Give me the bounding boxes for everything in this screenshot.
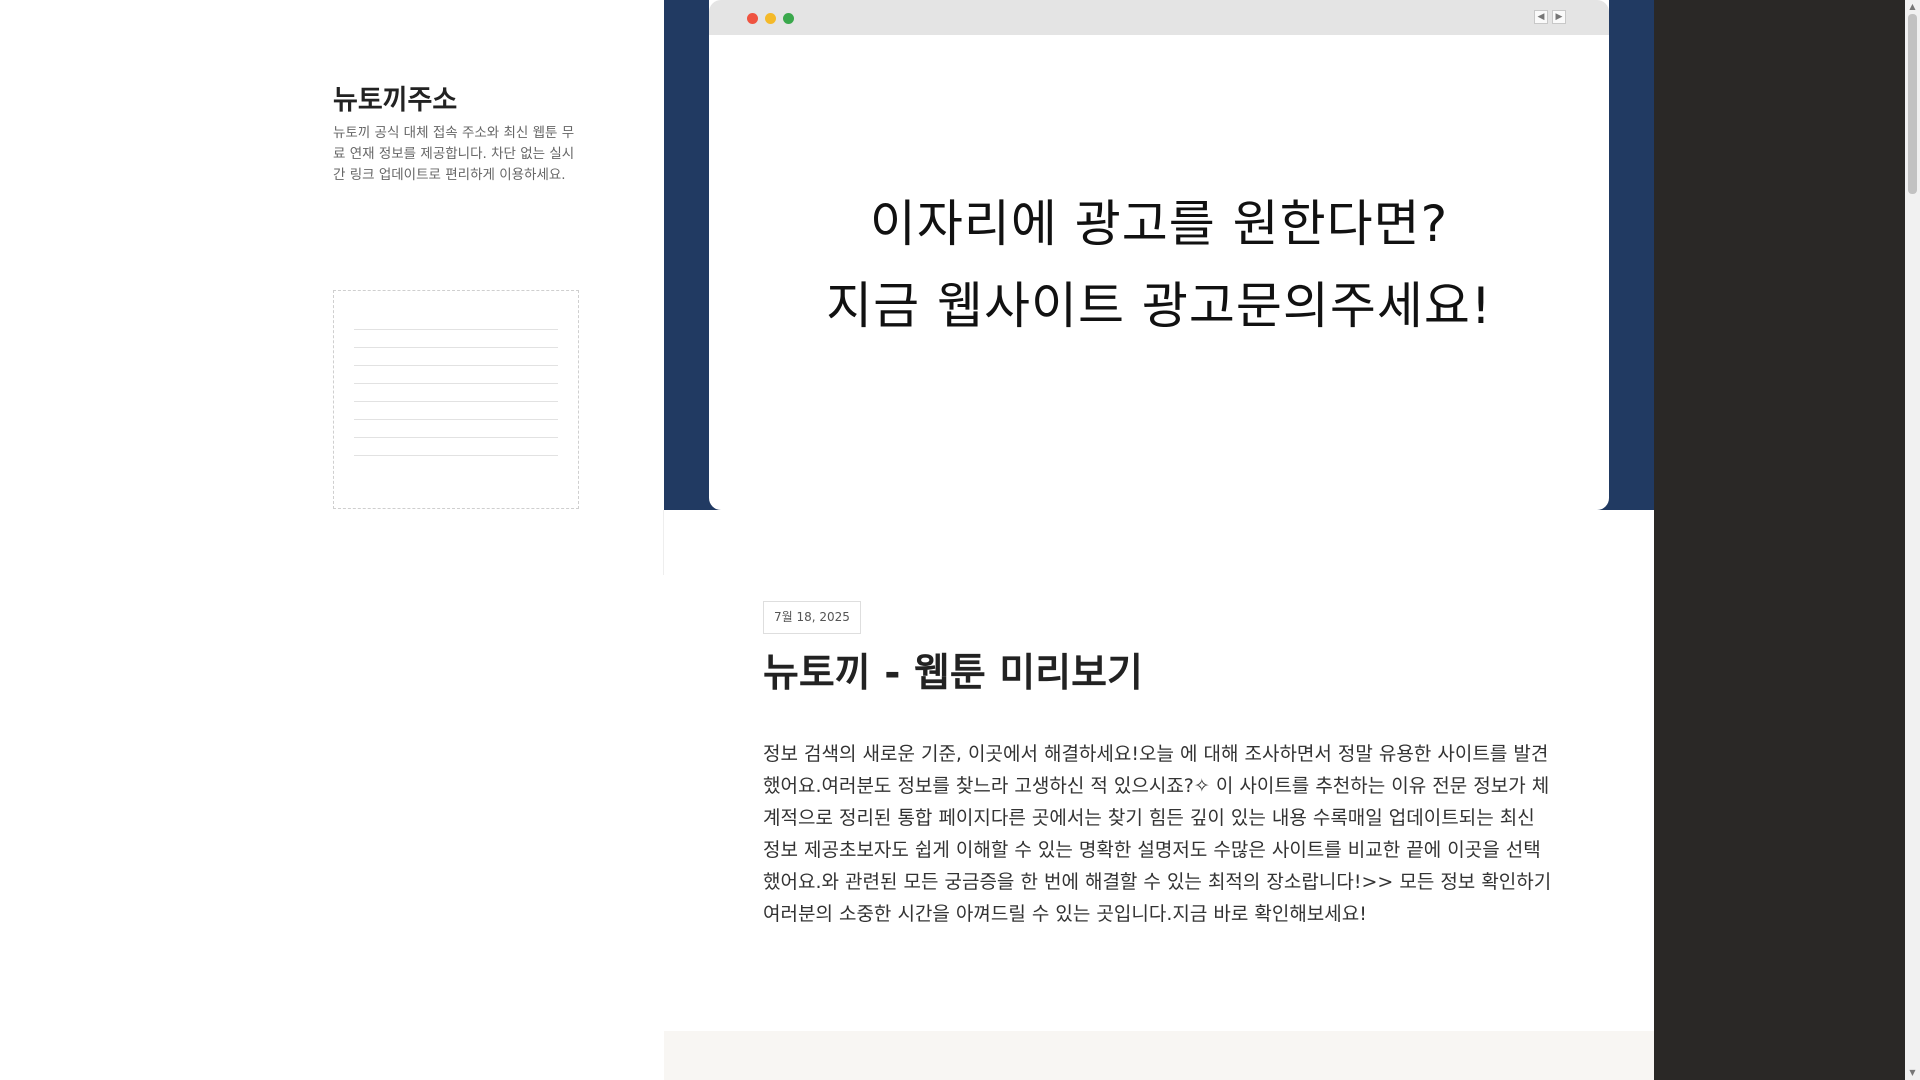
scroll-thumb[interactable] [1908, 14, 1917, 194]
site-title[interactable]: 뉴토끼주소 [333, 78, 457, 117]
next-arrow-icon[interactable]: ▶ [1552, 10, 1566, 24]
sidebar-widget [333, 290, 579, 509]
ad-subheadline: 지금 웹사이트 광고문의주세요! [826, 277, 1492, 335]
widget-divider [354, 401, 558, 402]
scroll-down-icon[interactable]: ▼ [1905, 1066, 1920, 1080]
browser-titlebar: ◀ ▶ [709, 0, 1609, 35]
content-divider [663, 510, 664, 575]
maximize-dot-icon [783, 13, 794, 24]
minimize-dot-icon [765, 13, 776, 24]
post-date-badge[interactable]: 7월 18, 2025 [763, 601, 861, 634]
scroll-up-icon[interactable]: ▲ [1905, 0, 1920, 14]
widget-divider [354, 419, 558, 420]
footer-strip [664, 1031, 1654, 1080]
vertical-scrollbar[interactable]: ▲ ▼ [1905, 0, 1920, 1080]
widget-divider [354, 455, 558, 456]
widget-divider [354, 347, 558, 348]
prev-arrow-icon[interactable]: ◀ [1534, 10, 1548, 24]
hero-banner: ◀ ▶ 이자리에 광고를 원한다면? 지금 웹사이트 광고문의주세요! [664, 0, 1654, 510]
widget-divider [354, 383, 558, 384]
right-dark-panel [1654, 0, 1905, 1080]
widget-divider [354, 365, 558, 366]
widget-divider [354, 329, 558, 330]
site-description: 뉴토끼 공식 대체 접속 주소와 최신 웹툰 무료 연재 정보를 제공합니다. … [333, 125, 575, 183]
post-body: 정보 검색의 새로운 기준, 이곳에서 해결하세요!오늘 에 대해 조사하면서 … [763, 743, 1552, 925]
widget-divider [354, 437, 558, 438]
ad-browser-mockup[interactable]: ◀ ▶ 이자리에 광고를 원한다면? 지금 웹사이트 광고문의주세요! [709, 0, 1609, 510]
ad-headline: 이자리에 광고를 원한다면? [869, 195, 1449, 253]
post-title[interactable]: 뉴토끼 - 웹툰 미리보기 [763, 642, 1143, 698]
close-dot-icon [747, 13, 758, 24]
